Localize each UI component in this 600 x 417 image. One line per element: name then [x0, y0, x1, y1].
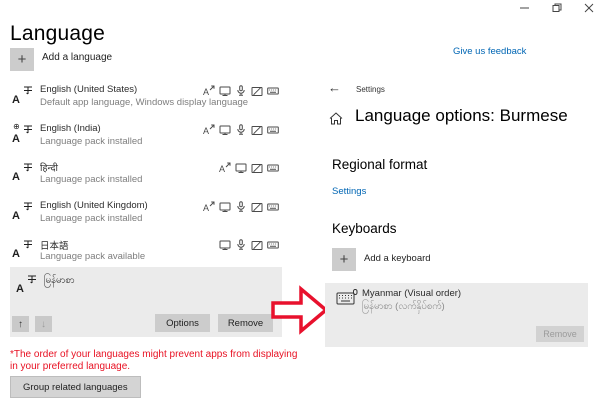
language-glyph-icon: A — [12, 201, 34, 222]
display-icon — [219, 201, 231, 213]
globe-icon: ⊕ — [13, 123, 20, 131]
restore-icon[interactable] — [552, 3, 562, 13]
language-name: English (India) — [40, 123, 101, 134]
cjk-character-glyph — [23, 85, 33, 95]
mic-icon — [235, 201, 247, 213]
keyboard-icon — [267, 239, 279, 251]
regional-settings-link[interactable]: Settings — [332, 186, 366, 197]
mic-icon — [235, 124, 247, 136]
language-row-burmese-selected[interactable]: A မြန်မာစာ ↑ ↓ Options Remove — [10, 267, 282, 337]
remove-language-button[interactable]: Remove — [218, 314, 273, 332]
language-glyph-icon: A — [12, 85, 34, 106]
keyboard-icon — [267, 124, 279, 136]
feature-icons: A — [203, 124, 279, 136]
svg-text:A: A — [219, 164, 225, 174]
feature-icons: A — [203, 85, 279, 97]
cjk-character-glyph — [23, 239, 33, 249]
letter-a-glyph: A — [12, 249, 20, 260]
language-status: Language pack installed — [40, 174, 142, 185]
keyboard-icon — [267, 201, 279, 213]
letter-a-glyph: A — [12, 134, 20, 145]
language-options-title: Language options: Burmese — [355, 106, 568, 126]
letter-a-glyph: A — [16, 284, 24, 295]
language-name: हिन्दी — [40, 161, 58, 174]
language-row-english-uk[interactable]: A English (United Kingdom) Language pack… — [10, 200, 282, 234]
keyboard-icon — [336, 289, 358, 306]
language-row-english-india[interactable]: ⊕A English (India) Language pack install… — [10, 123, 282, 157]
tts-icon: A — [203, 85, 215, 97]
cjk-character-glyph — [23, 162, 33, 172]
pen-icon — [251, 162, 263, 174]
svg-text:A: A — [203, 203, 209, 213]
language-row-english-us[interactable]: A English (United States) Default app la… — [10, 84, 282, 118]
language-glyph-icon: A — [16, 274, 38, 295]
keyboard-subtitle: မြန်မာစာ (လက်နှိပ်စက်) — [362, 300, 445, 314]
feature-icons: A — [203, 201, 279, 213]
plus-icon: + — [18, 51, 27, 68]
feature-icons — [219, 239, 279, 251]
red-arrow-annotation — [271, 285, 329, 335]
language-status: Language pack installed — [40, 213, 142, 224]
move-up-button[interactable]: ↑ — [12, 316, 29, 332]
minimize-icon[interactable] — [520, 3, 530, 13]
keyboard-name: Myanmar (Visual order) — [362, 288, 461, 299]
language-name: English (United Kingdom) — [40, 200, 148, 211]
pen-icon — [251, 85, 263, 97]
language-name: 日本語 — [40, 238, 69, 252]
letter-a-glyph: A — [12, 95, 20, 106]
order-warning-line1: *The order of your languages might preve… — [10, 349, 297, 360]
language-glyph-icon: ⊕A — [12, 124, 34, 145]
plus-icon: + — [340, 251, 349, 268]
pen-icon — [251, 124, 263, 136]
svg-text:A: A — [203, 87, 209, 97]
language-status: Language pack available — [40, 251, 145, 262]
add-keyboard-button[interactable]: + — [332, 248, 356, 271]
language-name: မြန်မာစာ — [44, 274, 75, 288]
add-keyboard-label: Add a keyboard — [364, 253, 431, 264]
give-feedback-link[interactable]: Give us feedback — [453, 46, 526, 57]
move-down-button[interactable]: ↓ — [35, 316, 52, 332]
display-icon — [219, 85, 231, 97]
pen-icon — [251, 239, 263, 251]
page-title: Language — [10, 22, 105, 46]
cjk-character-glyph — [23, 124, 33, 134]
tts-icon: A — [203, 201, 215, 213]
display-icon — [235, 162, 247, 174]
order-warning-line2: in your preferred language. — [10, 361, 130, 372]
letter-a-glyph: A — [12, 211, 20, 222]
language-status: Language pack installed — [40, 136, 142, 147]
add-language-button[interactable]: + — [10, 48, 34, 71]
letter-a-glyph: A — [12, 172, 20, 183]
language-glyph-icon: A — [12, 239, 34, 260]
tts-icon: A — [203, 124, 215, 136]
cjk-character-glyph — [27, 274, 37, 284]
display-icon — [219, 124, 231, 136]
svg-text:A: A — [203, 126, 209, 136]
tts-icon: A — [219, 162, 231, 174]
cjk-character-glyph — [23, 201, 33, 211]
display-icon — [219, 239, 231, 251]
settings-breadcrumb: Settings — [356, 85, 385, 94]
home-icon — [329, 112, 343, 125]
keyboard-icon — [267, 85, 279, 97]
window-controls — [520, 3, 594, 13]
language-status: Default app language, Windows display la… — [40, 97, 248, 108]
language-row-hindi[interactable]: A हिन्दी Language pack installed A — [10, 161, 282, 195]
mic-icon — [235, 239, 247, 251]
add-language-label: Add a language — [42, 52, 112, 63]
keyboard-item-myanmar[interactable]: Myanmar (Visual order) မြန်မာစာ (လက်နှိပ… — [325, 283, 588, 347]
language-name: English (United States) — [40, 84, 137, 95]
options-button[interactable]: Options — [155, 314, 210, 332]
back-arrow-icon[interactable]: ← — [328, 81, 341, 94]
pen-icon — [251, 201, 263, 213]
regional-format-heading: Regional format — [332, 157, 427, 172]
feature-icons: A — [219, 162, 279, 174]
group-related-languages-button[interactable]: Group related languages — [10, 376, 141, 398]
keyboard-icon — [267, 162, 279, 174]
language-glyph-icon: A — [12, 162, 34, 183]
close-icon[interactable] — [584, 3, 594, 13]
remove-keyboard-button[interactable]: Remove — [536, 326, 584, 342]
mic-icon — [235, 85, 247, 97]
keyboards-heading: Keyboards — [332, 221, 397, 236]
